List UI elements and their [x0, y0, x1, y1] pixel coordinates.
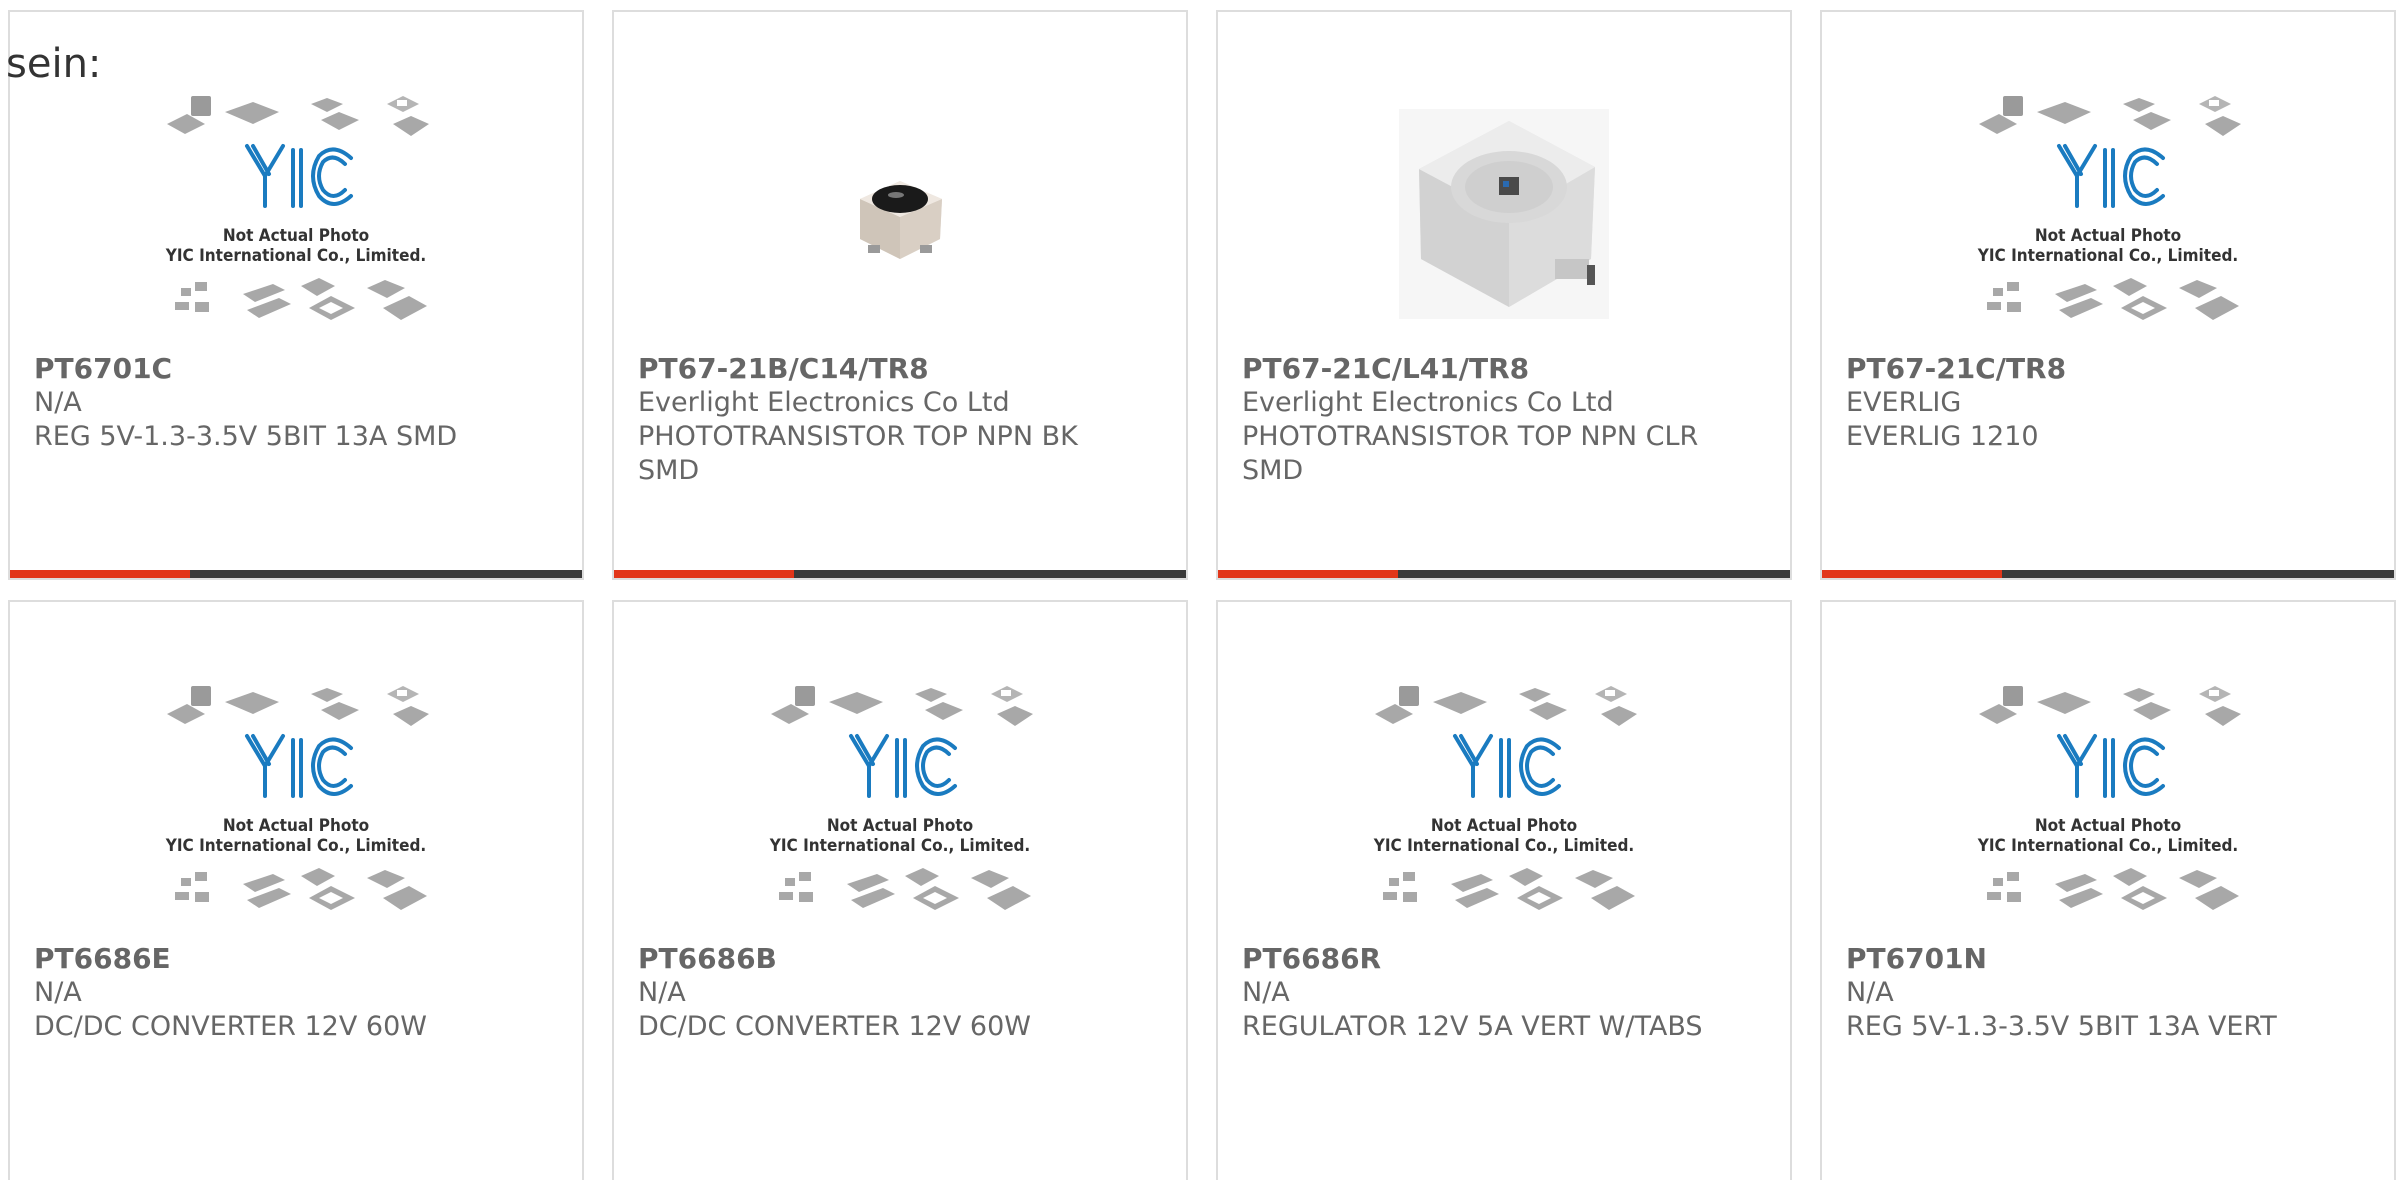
page-fragment-text: sein: — [6, 41, 102, 87]
card-footer-accent — [10, 570, 190, 578]
part-number[interactable]: PT67-21B/C14/TR8 — [638, 352, 1146, 386]
card-footer-bar — [614, 570, 1186, 578]
product-image[interactable] — [10, 74, 582, 354]
product-card[interactable]: PT67-21C/L41/TR8 Everlight Electronics C… — [1216, 10, 1792, 580]
card-footer-bar — [1218, 570, 1790, 578]
product-card[interactable]: PT6701N N/A REG 5V-1.3-3.5V 5BIT 13A VER… — [1820, 600, 2396, 1180]
product-card[interactable]: PT6686E N/A DC/DC CONVERTER 12V 60W — [8, 600, 584, 1180]
product-card[interactable]: PT6686R N/A REGULATOR 12V 5A VERT W/TABS — [1216, 600, 1792, 1180]
card-footer-bar — [1822, 570, 2394, 578]
manufacturer: N/A — [34, 387, 82, 418]
manufacturer: N/A — [1242, 977, 1290, 1008]
description: REG 5V-1.3-3.5V 5BIT 13A SMD — [34, 421, 458, 452]
description: EVERLIG 1210 — [1846, 421, 2039, 452]
manufacturer: Everlight Electronics Co Ltd — [1242, 387, 1614, 418]
manufacturer: Everlight Electronics Co Ltd — [638, 387, 1010, 418]
part-number[interactable]: PT67-21C/L41/TR8 — [1242, 352, 1750, 386]
yic-placeholder-image — [1369, 674, 1639, 934]
description: DC/DC CONVERTER 12V 60W — [34, 1011, 427, 1042]
part-number[interactable]: PT6686R — [1242, 942, 1750, 976]
yic-placeholder-image — [1973, 84, 2243, 344]
product-image[interactable] — [614, 664, 1186, 944]
part-number[interactable]: PT6686B — [638, 942, 1146, 976]
card-footer-accent — [1218, 570, 1398, 578]
part-number[interactable]: PT6686E — [34, 942, 542, 976]
yic-placeholder-image — [1973, 674, 2243, 934]
manufacturer: N/A — [1846, 977, 1894, 1008]
product-image[interactable] — [10, 664, 582, 944]
product-image[interactable] — [614, 74, 1186, 354]
manufacturer: N/A — [34, 977, 82, 1008]
yic-placeholder-image — [161, 84, 431, 344]
yic-placeholder-image — [765, 674, 1035, 934]
card-footer-bar — [10, 570, 582, 578]
phototransistor-black-image — [860, 181, 942, 259]
phototransistor-clear-image — [1399, 109, 1609, 319]
description: REGULATOR 12V 5A VERT W/TABS — [1242, 1011, 1703, 1042]
description: DC/DC CONVERTER 12V 60W — [638, 1011, 1031, 1042]
description: PHOTOTRANSISTOR TOP NPN BK SMD — [638, 421, 1078, 486]
yic-placeholder-image — [161, 674, 431, 934]
description: PHOTOTRANSISTOR TOP NPN CLR SMD — [1242, 421, 1699, 486]
product-image[interactable] — [1822, 664, 2394, 944]
card-footer-accent — [614, 570, 794, 578]
product-card[interactable]: PT6686B N/A DC/DC CONVERTER 12V 60W — [612, 600, 1188, 1180]
description: REG 5V-1.3-3.5V 5BIT 13A VERT — [1846, 1011, 2277, 1042]
product-card[interactable]: PT6701C N/A REG 5V-1.3-3.5V 5BIT 13A SMD — [8, 10, 584, 580]
product-card[interactable]: PT67-21C/TR8 EVERLIG EVERLIG 1210 — [1820, 10, 2396, 580]
product-image[interactable] — [1218, 74, 1790, 354]
product-image[interactable] — [1822, 74, 2394, 354]
manufacturer: N/A — [638, 977, 686, 1008]
product-card[interactable]: PT67-21B/C14/TR8 Everlight Electronics C… — [612, 10, 1188, 580]
part-number[interactable]: PT6701N — [1846, 942, 2354, 976]
part-number[interactable]: PT6701C — [34, 352, 542, 386]
part-number[interactable]: PT67-21C/TR8 — [1846, 352, 2354, 386]
product-image[interactable] — [1218, 664, 1790, 944]
manufacturer: EVERLIG — [1846, 387, 1962, 418]
card-footer-accent — [1822, 570, 2002, 578]
